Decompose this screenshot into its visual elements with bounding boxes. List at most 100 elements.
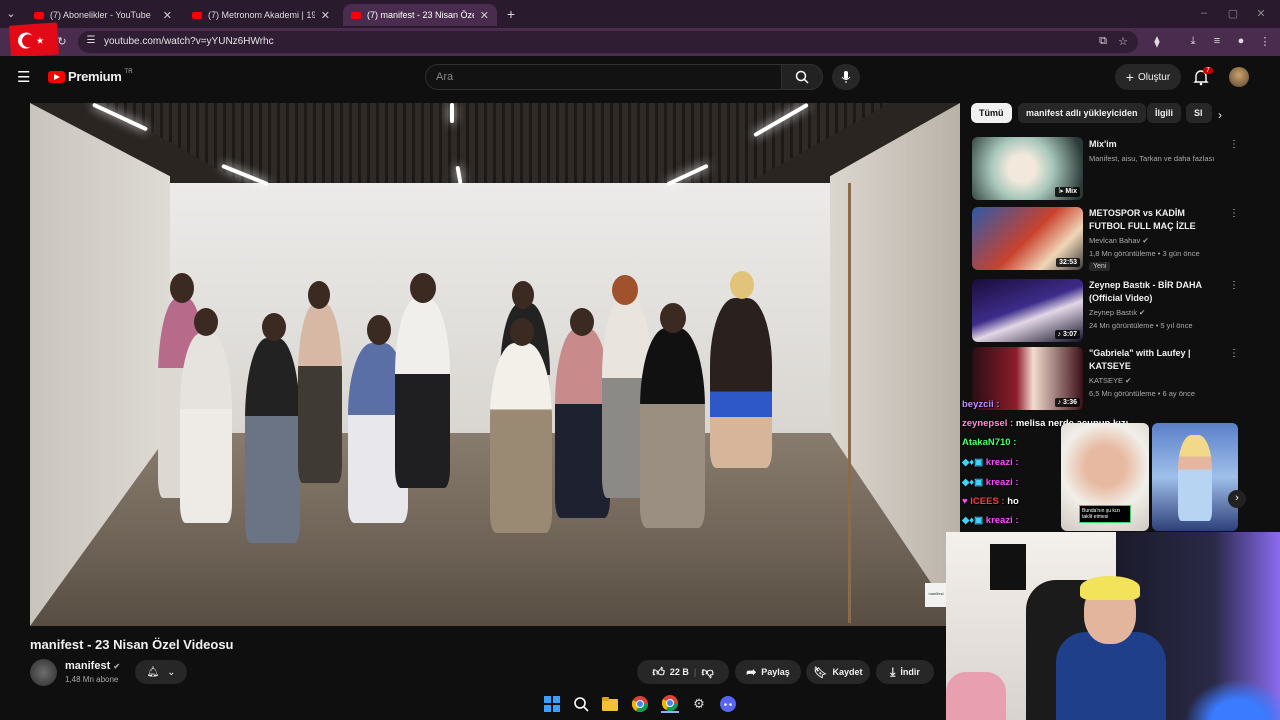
chat-badges-icon: ◆♦▣ <box>962 457 986 468</box>
chrome-menu-icon[interactable]: ⋮ <box>1258 35 1272 48</box>
recommendation-title[interactable]: METOSPOR vs KADİM FUTBOL FULL MAÇ İZLE <box>1089 207 1221 233</box>
like-button[interactable]: 👍︎ 22 B <box>652 665 689 680</box>
site-info-icon[interactable]: ☰ <box>84 35 98 46</box>
clip-caption: Bunda'nın şu kızı taklit etmesi <box>1079 505 1131 523</box>
recommendation-meta: 24 Mn görüntüleme • 5 yıl önce <box>1089 321 1193 330</box>
search-input[interactable]: Ara <box>425 64 783 90</box>
youtube-header: ☰ Premium TR Ara + Oluştur 7 <box>0 56 1280 98</box>
save-label: Kaydet <box>832 667 863 677</box>
chip-truncated[interactable]: Sl <box>1186 103 1212 123</box>
recommendation-channel: KATSEYE ✔ <box>1089 376 1132 385</box>
close-tab-icon[interactable]: ✕ <box>321 9 330 22</box>
chip-scroll-right-icon[interactable]: › <box>1218 108 1222 122</box>
minimize-window-icon[interactable]: – <box>1197 7 1211 19</box>
chip-related[interactable]: İlgili <box>1147 103 1181 123</box>
more-actions-icon[interactable]: ⋮ <box>1229 348 1239 359</box>
discord-icon[interactable] <box>719 695 737 713</box>
verified-check-icon: ✔ <box>113 662 121 671</box>
chat-username: AtakaN710 : <box>962 437 1017 448</box>
file-explorer-icon[interactable] <box>601 695 619 713</box>
bell-icon: 🔔︎ <box>146 666 160 678</box>
app-icon[interactable]: ⚙ <box>690 695 708 713</box>
chrome-icon[interactable] <box>631 695 649 713</box>
chat-message: ◆♦▣ kreazi : <box>962 477 1019 488</box>
recommendation-meta: 1,8 Mn görüntüleme • 3 gün önce <box>1089 249 1200 258</box>
duration-badge: ♪ 3:07 <box>1054 330 1080 339</box>
chrome-active-icon[interactable] <box>661 695 679 713</box>
close-tab-icon[interactable]: ✕ <box>480 9 489 22</box>
more-actions-icon[interactable]: ⋮ <box>1229 280 1239 291</box>
browser-tab-manifest[interactable]: (7) manifest - 23 Nisan Özel Vi ✕ <box>343 4 497 26</box>
channel-name-text: manifest <box>65 660 111 672</box>
more-actions-icon[interactable]: ⋮ <box>1229 208 1239 219</box>
short-clip-thumbnail[interactable] <box>1152 423 1238 531</box>
create-button[interactable]: + Oluştur <box>1115 64 1181 90</box>
windows-taskbar: ⚙ <box>0 688 946 720</box>
video-player[interactable]: manifest <box>30 103 960 626</box>
browser-toolbar: ↻ ☰ youtube.com/watch?v=yYUNz6HWrhc ⧉ ☆ … <box>0 28 1280 56</box>
channel-watermark[interactable]: manifest <box>925 583 947 607</box>
profile-icon[interactable]: ● <box>1234 35 1248 47</box>
youtube-play-logo-icon <box>48 70 65 83</box>
browser-tab-metronom[interactable]: (7) Metronom Akademi | 19. Bö ✕ <box>184 4 338 26</box>
recommendation-channel: Mevlcan Bahav ✔ <box>1089 236 1149 245</box>
download-button[interactable]: ⤓ İndir <box>876 660 934 684</box>
channel-name[interactable]: manifest ✔ <box>65 660 120 672</box>
bookmark-icon: 🔖︎ <box>813 666 828 679</box>
thumbs-down-icon[interactable]: 👎︎ <box>701 665 713 680</box>
save-button[interactable]: 🔖︎ Kaydet <box>806 660 870 684</box>
address-bar[interactable]: ☰ youtube.com/watch?v=yYUNz6HWrhc ⧉ ☆ <box>78 31 1138 53</box>
recommendation-title[interactable]: Zeynep Bastık - BİR DAHA (Official Video… <box>1089 279 1221 305</box>
new-tab-plus-icon[interactable]: + <box>504 6 518 22</box>
windows-start-icon[interactable] <box>543 695 561 713</box>
chip-from-uploader[interactable]: manifest adlı yükleyiciden <box>1018 103 1146 123</box>
new-badge: Yeni <box>1089 262 1111 271</box>
close-window-icon[interactable]: ✕ <box>1254 7 1268 20</box>
short-clip-thumbnail[interactable]: Bunda'nın şu kızı taklit etmesi <box>1061 423 1149 531</box>
extensions-puzzle-icon[interactable]: ⧫ <box>1150 35 1164 48</box>
downloads-icon[interactable]: ⤓ <box>1186 35 1200 48</box>
chat-message: ♥ ICEES : ho <box>962 496 1019 507</box>
chevron-down-icon: ⌄ <box>167 666 176 678</box>
youtube-premium-logo[interactable]: Premium TR <box>48 69 133 84</box>
chat-username: beyzcii : <box>962 399 1000 410</box>
download-label: İndir <box>900 667 920 677</box>
subscribed-bell-button[interactable]: 🔔︎ ⌄ <box>135 660 187 684</box>
account-avatar[interactable] <box>1229 67 1249 87</box>
channel-avatar[interactable] <box>30 659 57 686</box>
mix-badge: ⫶▸ Mix <box>1055 187 1080 197</box>
close-tab-icon[interactable]: ✕ <box>163 9 172 22</box>
tab-list-chevron-icon[interactable]: ⌄ <box>4 7 18 20</box>
carousel-next-icon[interactable]: › <box>1228 490 1246 508</box>
bookmark-star-icon[interactable]: ☆ <box>1116 35 1130 48</box>
browser-tab-strip: ⌄ (7) Abonelikler - YouTube ✕ (7) Metron… <box>0 0 1280 28</box>
voice-search-button[interactable] <box>832 64 860 90</box>
url-text: youtube.com/watch?v=yYUNz6HWrhc <box>104 36 274 47</box>
like-count: 22 B <box>669 667 689 677</box>
streamer-hair <box>1080 576 1140 600</box>
notification-count-badge: 7 <box>1203 67 1213 74</box>
recommendation-thumbnail[interactable]: ⫶▸ Mix <box>972 137 1083 200</box>
youtube-favicon-icon <box>34 11 44 19</box>
maximize-window-icon[interactable]: ▢ <box>1226 7 1240 20</box>
install-app-icon[interactable]: ⧉ <box>1096 35 1110 48</box>
tab-title: (7) Metronom Akademi | 19. Bö <box>208 10 315 20</box>
recommendation-thumbnail[interactable]: 32:53 <box>972 207 1083 270</box>
youtube-favicon-icon <box>192 11 202 19</box>
more-actions-icon[interactable]: ⋮ <box>1229 139 1239 150</box>
duration-badge: 32:53 <box>1056 258 1080 267</box>
share-button[interactable]: ➦ Paylaş <box>735 660 801 684</box>
hamburger-menu-icon[interactable]: ☰ <box>17 68 31 86</box>
taskbar-search-icon[interactable] <box>572 695 590 713</box>
tab-title: (7) Abonelikler - YouTube <box>50 10 151 20</box>
recommendation-title[interactable]: Mix'im <box>1089 138 1221 151</box>
recommendation-title[interactable]: "Gabriela" with Laufey | KATSEYE <box>1089 347 1221 373</box>
like-dislike-group: 👍︎ 22 B | 👎︎ <box>637 660 729 684</box>
video-title: manifest - 23 Nisan Özel Videosu <box>30 637 234 652</box>
search-button[interactable] <box>781 64 823 90</box>
recommendation-thumbnail[interactable]: ♪ 3:07 <box>972 279 1083 342</box>
media-controls-icon[interactable]: ≡ <box>1210 35 1224 47</box>
chat-badges-icon: ◆♦▣ <box>962 515 986 526</box>
brand-label: Premium <box>68 69 122 84</box>
chip-all[interactable]: Tümü <box>971 103 1012 123</box>
